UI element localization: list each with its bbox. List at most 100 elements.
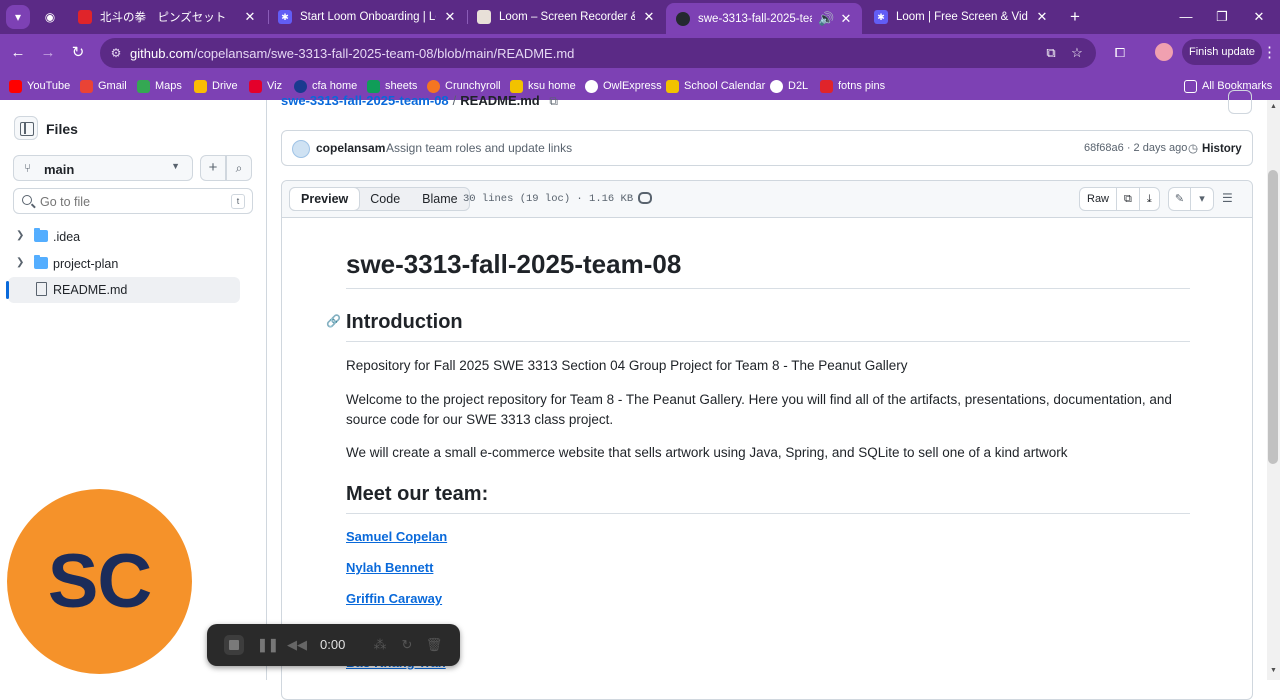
forward-button[interactable]: → [37, 42, 59, 64]
sidebar-title: Files [46, 121, 78, 137]
bookmark-gmail[interactable]: Gmail [80, 78, 127, 94]
scrollbar-thumb[interactable] [1268, 170, 1278, 464]
pause-icon[interactable]: ❚❚ [257, 635, 279, 655]
download-icon[interactable]: ⤓ [1140, 188, 1159, 210]
browser-menu-icon[interactable]: ⋮ [1262, 42, 1277, 64]
trash-icon[interactable]: 🗑 [424, 635, 444, 655]
bookmark-fotns-pins[interactable]: fotns pins [820, 78, 885, 94]
bookmark-d2l[interactable]: D2L [770, 78, 808, 94]
speaker-icon[interactable]: 🔊 [818, 11, 834, 27]
tab-blame[interactable]: Blame [411, 188, 468, 210]
commit-message[interactable]: Assign team roles and update links [386, 141, 572, 155]
chevron-right-icon[interactable]: ❯ [16, 230, 24, 241]
bookmark-youtube[interactable]: YouTube [9, 78, 70, 94]
search-icon [22, 195, 32, 205]
copy-path-icon[interactable]: ⧉ [549, 94, 558, 108]
bookmark-cfa-home[interactable]: cfa home [294, 78, 357, 94]
finish-update-button[interactable]: Finish update [1182, 39, 1262, 65]
tab-loom-recorder[interactable]: Loom – Screen Recorder & Scre ✕ [467, 3, 665, 31]
avatar[interactable] [292, 140, 310, 158]
collapse-sidebar-button[interactable] [14, 116, 38, 140]
raw-button[interactable]: Raw [1080, 188, 1118, 210]
install-app-icon[interactable]: ⧉ [1042, 44, 1060, 62]
link-icon[interactable]: 🔗 [326, 314, 341, 328]
breadcrumb: swe-3313-fall-2025-team-08/README.md ⧉ [281, 93, 558, 109]
tab-preview[interactable]: Preview [289, 187, 361, 211]
chevron-right-icon[interactable]: ❯ [16, 257, 24, 268]
stop-recording-button[interactable] [224, 635, 244, 655]
scroll-up-icon[interactable]: ▲ [1267, 103, 1280, 110]
pins-icon [820, 79, 833, 93]
close-icon[interactable]: ✕ [838, 11, 854, 27]
restore-button[interactable]: ❐ [1212, 7, 1232, 27]
close-window-button[interactable]: ✕ [1249, 7, 1269, 27]
branch-selector[interactable]: ⑂ main ▼ [13, 155, 193, 181]
new-tab-button[interactable]: + [1065, 7, 1085, 27]
tree-item-project-plan[interactable]: ❯ project-plan [8, 251, 240, 277]
go-to-file[interactable]: t [13, 188, 253, 214]
team-member-link[interactable]: Bao Khang Tran [346, 655, 1190, 670]
pencil-icon[interactable]: ✎ [1169, 188, 1191, 210]
scroll-down-icon[interactable]: ▼ [1267, 667, 1280, 674]
bookmark-sheets[interactable]: sheets [367, 78, 417, 94]
reload-button[interactable]: ↻ [67, 42, 89, 64]
globe-icon [585, 79, 598, 93]
tab-title: Loom | Free Screen & Video Re [896, 11, 1028, 23]
address-bar[interactable]: ⚙ github.com/copelansam/swe-3313-fall-20… [100, 38, 1096, 68]
branch-name: main [44, 162, 75, 177]
paragraph: Welcome to the project repository for Te… [346, 392, 1172, 427]
close-icon[interactable]: ✕ [242, 9, 258, 25]
crunchyroll-icon [427, 79, 440, 93]
outline-icon[interactable]: ☰ [1222, 192, 1236, 204]
folder-icon [34, 228, 48, 242]
search-button[interactable]: ⌕ [226, 155, 252, 181]
chevron-down-icon[interactable]: ▾ [1191, 188, 1213, 210]
more-options-button[interactable] [1228, 90, 1252, 114]
tab-pins[interactable]: 北斗の拳 ピンズセット 劇場版 | ✕ [68, 3, 266, 31]
back-button[interactable]: ← [7, 42, 29, 64]
tree-item-idea[interactable]: ❯ .idea [8, 224, 240, 250]
close-icon[interactable]: ✕ [641, 9, 657, 25]
tab-loom-free[interactable]: ✱ Loom | Free Screen & Video Re ✕ [864, 3, 1058, 31]
bookmark-ksu-home[interactable]: ksu home [510, 78, 576, 94]
team-member-link[interactable]: Griffin Caraway [346, 591, 1190, 606]
tree-item-readme[interactable]: README.md [6, 277, 240, 303]
tab-github-readme[interactable]: swe-3313-fall-2025-team-0 🔊 ✕ [666, 3, 862, 34]
team-member-link[interactable]: Samuel Copelan [346, 529, 1190, 544]
site-info-icon[interactable]: ⚙ [108, 45, 124, 61]
globe-icon [770, 79, 783, 93]
loom-recording-controls: ❚❚ ◀◀ 0:00 ⁂ ↻ 🗑 [207, 624, 460, 666]
url-text[interactable]: github.com/copelansam/swe-3313-fall-2025… [130, 46, 574, 61]
copilot-icon[interactable] [638, 192, 652, 204]
restart-icon[interactable]: ↻ [397, 635, 417, 655]
rewind-icon[interactable]: ◀◀ [287, 635, 307, 655]
bookmark-maps[interactable]: Maps [137, 78, 182, 94]
profile-avatar[interactable] [1155, 43, 1173, 61]
minimize-button[interactable]: — [1176, 7, 1196, 27]
team-member-link[interactable]: Nylah Bennett [346, 560, 1190, 575]
close-icon[interactable]: ✕ [1034, 9, 1050, 25]
draw-tool-icon[interactable]: ⁂ [370, 635, 390, 655]
bookmark-owlexpress[interactable]: OwlExpress [585, 78, 662, 94]
tab-code[interactable]: Code [359, 188, 411, 210]
commit-author[interactable]: copelansam [316, 141, 385, 155]
tab-loom-onboarding[interactable]: ✱ Start Loom Onboarding | Loom ✕ [268, 3, 466, 31]
bookmark-drive[interactable]: Drive [194, 78, 238, 94]
sheets-icon [367, 79, 380, 93]
bookmark-crunchyroll[interactable]: Crunchyroll [427, 78, 501, 94]
bookmark-viz[interactable]: Viz [249, 78, 282, 94]
page-scrollbar[interactable]: ▲ ▼ [1267, 100, 1280, 680]
viz-icon [249, 79, 262, 93]
copy-icon[interactable]: ⧉ [1117, 188, 1140, 210]
tab-search-button[interactable]: ▾ [6, 5, 30, 29]
extensions-icon[interactable]: ⧠ [1109, 42, 1131, 64]
loom-camera-bubble[interactable]: SC [7, 489, 192, 674]
close-icon[interactable]: ✕ [442, 9, 458, 25]
bookmark-school-calendar[interactable]: School Calendar [666, 78, 765, 94]
breadcrumb-repo-link[interactable]: swe-3313-fall-2025-team-08 [281, 93, 449, 108]
add-file-button[interactable]: + [200, 155, 226, 181]
history-button[interactable]: ◷ History [1188, 141, 1242, 155]
bookmark-star-icon[interactable]: ☆ [1068, 44, 1086, 62]
go-to-file-input[interactable] [40, 193, 230, 211]
commit-meta[interactable]: 68f68a6 · 2 days ago [1084, 142, 1187, 154]
